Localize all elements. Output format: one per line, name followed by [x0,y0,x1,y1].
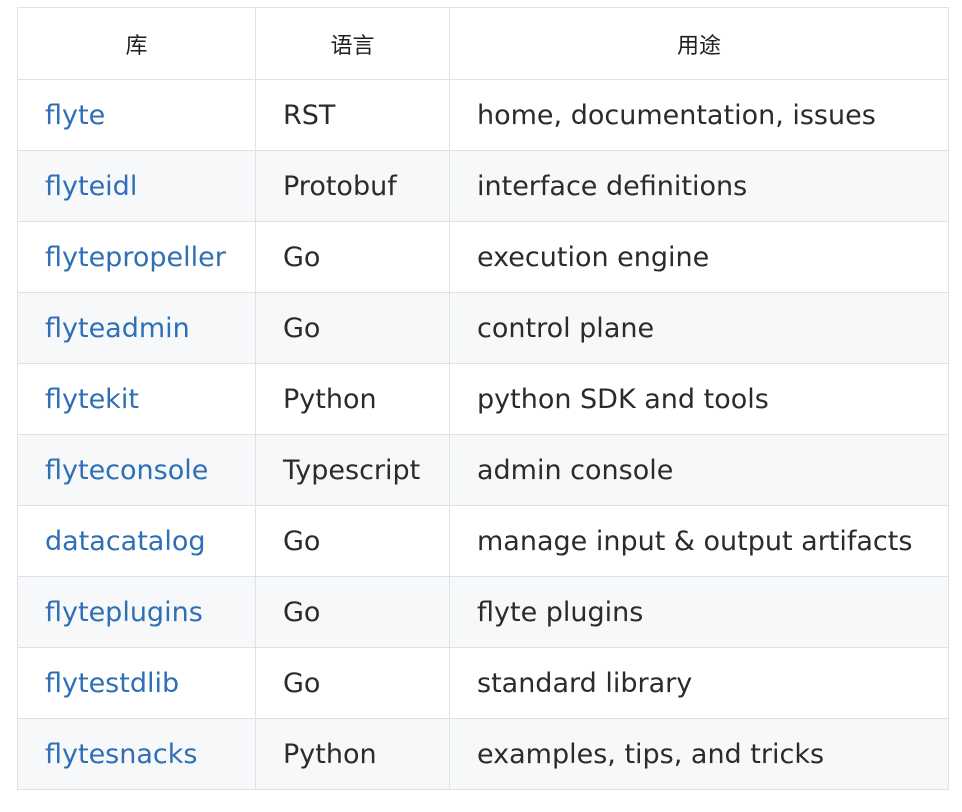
purpose-cell: examples, tips, and tricks [449,718,949,790]
table-row: flyteconsole Typescript admin console [17,434,949,506]
table-row: flyteidl Protobuf interface definitions [17,150,949,222]
table-row: flyteplugins Go flyte plugins [17,576,949,648]
repo-table-container: 库 语言 用途 flyte RST home, documentation, i… [17,7,949,790]
language-cell: RST [255,79,450,151]
language-cell: Python [255,363,450,435]
table-row: flyteadmin Go control plane [17,292,949,364]
repo-link[interactable]: flyteplugins [45,597,203,628]
language-cell: Typescript [255,434,450,506]
header-purpose: 用途 [449,7,949,80]
repo-cell: flyteconsole [17,434,256,506]
header-library: 库 [17,7,256,80]
repo-link[interactable]: datacatalog [45,526,206,557]
repo-cell: datacatalog [17,505,256,577]
repo-cell: flytekit [17,363,256,435]
purpose-cell: python SDK and tools [449,363,949,435]
table-row: flytepropeller Go execution engine [17,221,949,293]
table-row: flytestdlib Go standard library [17,647,949,719]
header-row: 库 语言 用途 [17,7,949,80]
repo-cell: flyteidl [17,150,256,222]
purpose-cell: admin console [449,434,949,506]
repo-cell: flyte [17,79,256,151]
language-cell: Go [255,576,450,648]
repo-link[interactable]: flytestdlib [45,668,179,699]
purpose-cell: control plane [449,292,949,364]
repo-link[interactable]: flyte [45,100,105,131]
table-row: flytekit Python python SDK and tools [17,363,949,435]
language-cell: Go [255,505,450,577]
repo-link[interactable]: flytesnacks [45,739,197,770]
language-cell: Go [255,647,450,719]
repo-table: 库 语言 用途 flyte RST home, documentation, i… [17,7,949,790]
table-header: 库 语言 用途 [17,7,949,80]
repo-link[interactable]: flytepropeller [45,242,226,273]
purpose-cell: home, documentation, issues [449,79,949,151]
language-cell: Go [255,292,450,364]
purpose-cell: standard library [449,647,949,719]
repo-cell: flyteadmin [17,292,256,364]
table-body: flyte RST home, documentation, issues fl… [17,79,949,790]
header-language: 语言 [255,7,450,80]
language-cell: Go [255,221,450,293]
repo-cell: flytesnacks [17,718,256,790]
table-row: flytesnacks Python examples, tips, and t… [17,718,949,790]
language-cell: Protobuf [255,150,450,222]
repo-link[interactable]: flyteidl [45,171,137,202]
repo-cell: flytepropeller [17,221,256,293]
language-cell: Python [255,718,450,790]
repo-link[interactable]: flytekit [45,384,139,415]
repo-link[interactable]: flyteconsole [45,455,208,486]
purpose-cell: execution engine [449,221,949,293]
purpose-cell: interface definitions [449,150,949,222]
repo-cell: flytestdlib [17,647,256,719]
repo-cell: flyteplugins [17,576,256,648]
table-row: flyte RST home, documentation, issues [17,79,949,151]
purpose-cell: manage input & output artifacts [449,505,949,577]
purpose-cell: flyte plugins [449,576,949,648]
repo-link[interactable]: flyteadmin [45,313,190,344]
table-row: datacatalog Go manage input & output art… [17,505,949,577]
